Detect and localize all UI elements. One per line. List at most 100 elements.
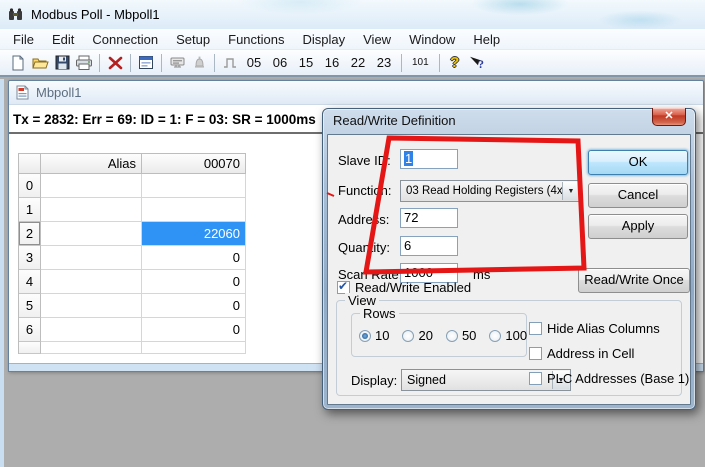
row-header-0[interactable]: 0 [19,174,41,198]
function-23-button[interactable]: 23 [371,55,397,70]
quantity-label: Quantity: [338,240,390,255]
chevron-down-icon[interactable]: ▼ [562,182,579,200]
checkbox-icon [529,322,542,335]
help-icon[interactable]: ? [444,52,466,74]
function-06-button[interactable]: 06 [267,55,293,70]
slave-id-value: 1 [404,151,413,166]
mbpoll1-title-bar[interactable]: Mbpoll1 [9,81,703,105]
read-write-once-button[interactable]: Read/Write Once [578,268,690,293]
open-folder-icon[interactable] [29,52,51,74]
menu-display[interactable]: Display [294,30,355,49]
rows-50-label: 50 [462,328,476,343]
alias-cell[interactable] [41,174,142,198]
rows-100-radio[interactable]: 100 [489,328,527,343]
alias-column-header[interactable]: Alias [41,154,142,174]
read-write-definition-icon[interactable] [135,52,157,74]
alias-cell[interactable] [41,198,142,222]
function-15-button[interactable]: 15 [293,55,319,70]
row-header-partial [19,342,41,354]
ok-button[interactable]: OK [588,150,688,175]
rows-10-radio[interactable]: 10 [359,328,389,343]
dialog-body: Slave ID: 1 Function: 03 Read Holding Re… [327,134,691,405]
row-header-5[interactable]: 5 [19,294,41,318]
pulse-icon [219,52,241,74]
table-row: 4 0 [19,270,246,294]
print-icon[interactable] [73,52,95,74]
apply-button[interactable]: Apply [588,214,688,239]
quantity-field[interactable]: 6 [400,236,458,256]
table-row: 3 0 [19,246,246,270]
hide-alias-columns-label: Hide Alias Columns [547,321,660,336]
rows-20-label: 20 [418,328,432,343]
function-22-button[interactable]: 22 [345,55,371,70]
context-help-icon[interactable]: ? [466,52,488,74]
window-title: Modbus Poll - Mbpoll1 [31,7,160,22]
table-row: 5 0 [19,294,246,318]
row-header-1[interactable]: 1 [19,198,41,222]
value-cell[interactable]: 0 [142,246,246,270]
function-16-button[interactable]: 16 [319,55,345,70]
value-cell[interactable] [142,174,246,198]
function-05-button[interactable]: 05 [241,55,267,70]
svg-text:?: ? [478,57,484,71]
alias-cell[interactable] [41,222,142,246]
checkbox-icon [529,347,542,360]
rows-group-label: Rows [360,306,399,321]
table-row: 1 [19,198,246,222]
plc-addresses-checkbox[interactable]: PLC Addresses (Base 1) [529,371,689,386]
rows-20-radio[interactable]: 20 [402,328,432,343]
address-label: Address: [338,212,389,227]
menu-file[interactable]: File [4,30,43,49]
address-field[interactable]: 72 [400,208,458,228]
new-doc-icon[interactable] [7,52,29,74]
value-cell[interactable] [142,198,246,222]
grid-corner-cell [19,154,41,174]
slave-id-field[interactable]: 1 [400,149,458,169]
title-bar[interactable]: Modbus Poll - Mbpoll1 [0,0,705,29]
menu-connection[interactable]: Connection [83,30,167,49]
value-cell[interactable]: 0 [142,318,246,342]
alias-cell[interactable] [41,318,142,342]
disconnect-icon[interactable] [104,52,126,74]
value-cell[interactable]: 0 [142,294,246,318]
alias-cell[interactable] [41,294,142,318]
menu-functions[interactable]: Functions [219,30,293,49]
rows-50-radio[interactable]: 50 [446,328,476,343]
function-dropdown[interactable]: 03 Read Holding Registers (4x)▼ [400,180,581,202]
table-row: 2 22060 [19,222,246,246]
alias-cell[interactable] [41,246,142,270]
comm-traffic-icon[interactable] [166,52,188,74]
toolbar: 05 06 15 16 22 23 101 ? ? [0,50,705,77]
radio-icon [489,330,501,342]
selected-value-cell[interactable]: 22060 [142,222,246,246]
alias-cell [41,342,142,354]
function-101-button[interactable]: 101 [406,57,435,68]
app-icon [8,7,24,23]
menu-edit[interactable]: Edit [43,30,83,49]
toolbar-separator [214,54,215,72]
row-header-4[interactable]: 4 [19,270,41,294]
value-column-header[interactable]: 00070 [142,154,246,174]
table-row: 0 [19,174,246,198]
rows-100-label: 100 [505,328,527,343]
menu-help[interactable]: Help [464,30,509,49]
toolbar-separator [161,54,162,72]
menu-view[interactable]: View [354,30,400,49]
alias-cell[interactable] [41,270,142,294]
read-write-definition-dialog[interactable]: Read/Write Definition ✕ Slave ID: 1 Func… [322,108,696,410]
address-in-cell-checkbox[interactable]: Address in Cell [529,346,634,361]
value-cell[interactable]: 0 [142,270,246,294]
menu-window[interactable]: Window [400,30,464,49]
cancel-button[interactable]: Cancel [588,183,688,208]
row-header-3[interactable]: 3 [19,246,41,270]
radio-icon [359,330,371,342]
modbus-poll-app: Modbus Poll - Mbpoll1 File Edit Connecti… [0,0,705,467]
row-header-6[interactable]: 6 [19,318,41,342]
row-header-2[interactable]: 2 [19,222,41,246]
menu-setup[interactable]: Setup [167,30,219,49]
close-icon[interactable]: ✕ [652,108,686,126]
save-icon[interactable] [51,52,73,74]
toolbar-separator [401,54,402,72]
hide-alias-columns-checkbox[interactable]: Hide Alias Columns [529,321,660,336]
table-row: 6 0 [19,318,246,342]
